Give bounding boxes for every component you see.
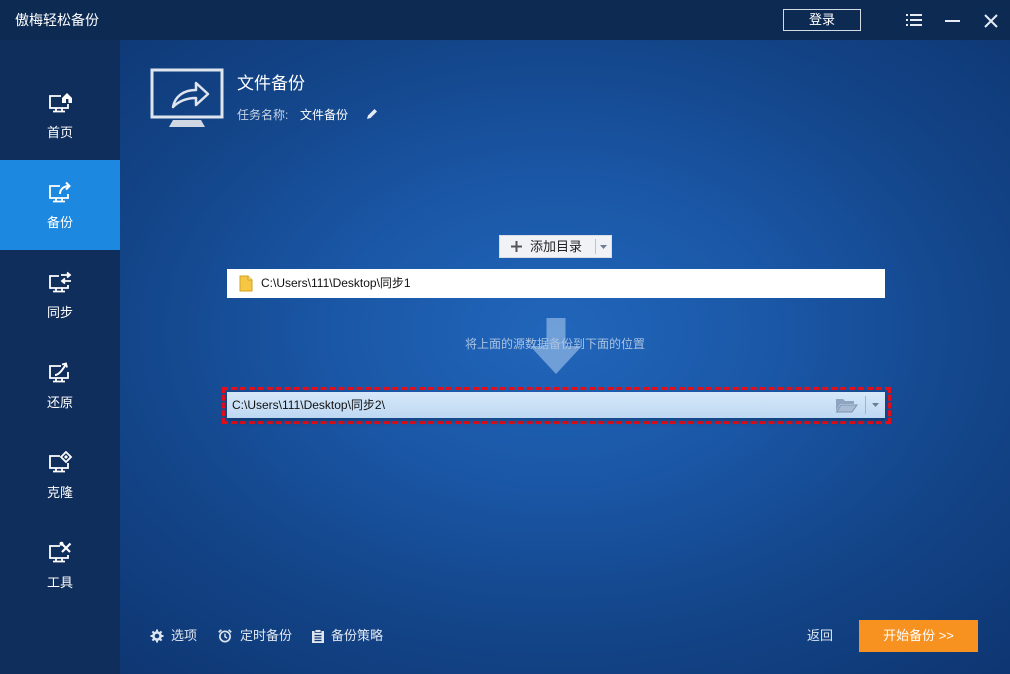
sidebar-item-tools[interactable]: 工具: [0, 520, 120, 610]
sidebar-item-backup[interactable]: 备份: [0, 160, 120, 250]
file-backup-monitor-icon: [150, 68, 224, 127]
sidebar-item-label: 工具: [46, 575, 73, 590]
add-directory-button-group: 添加目录: [499, 235, 612, 258]
source-path: C:\Users\111\Desktop\同步1: [261, 276, 411, 290]
sidebar-item-label: 首页: [46, 125, 73, 140]
back-button[interactable]: 返回: [807, 628, 833, 644]
backup-scheme-button[interactable]: 备份策略: [331, 628, 383, 644]
sync-icon: [49, 271, 72, 293]
gear-icon[interactable]: [150, 629, 164, 643]
minimize-icon[interactable]: [945, 13, 960, 28]
clock-icon[interactable]: [218, 629, 232, 643]
app-window: 傲梅轻松备份 登录 首页 备份 同步 还原 克隆 工具 文件备份 任务名称: 文…: [0, 0, 1010, 674]
add-directory-dropdown[interactable]: [596, 236, 611, 257]
clipboard-list-icon[interactable]: [311, 629, 325, 643]
clone-icon: [49, 451, 73, 473]
schedule-button[interactable]: 定时备份: [240, 628, 292, 644]
login-button[interactable]: 登录: [783, 9, 861, 31]
destination-dropdown[interactable]: [867, 392, 885, 418]
sidebar-item-home[interactable]: 首页: [0, 70, 120, 160]
add-directory-button[interactable]: 添加目录: [500, 236, 594, 257]
pencil-icon[interactable]: [366, 108, 378, 120]
add-directory-label: 添加目录: [530, 239, 583, 254]
task-name-label: 任务名称:: [237, 108, 289, 122]
sidebar-item-label: 同步: [46, 305, 73, 320]
start-backup-button[interactable]: 开始备份 >>: [859, 620, 978, 652]
title-bar: 傲梅轻松备份 登录: [0, 0, 1010, 40]
sidebar-item-label: 还原: [46, 395, 73, 410]
menu-icon[interactable]: [906, 13, 922, 27]
source-path-field[interactable]: C:\Users\111\Desktop\同步1: [227, 269, 885, 298]
home-icon: [49, 93, 72, 113]
backup-icon: [49, 181, 71, 203]
tools-icon: [49, 541, 72, 563]
destination-path-field[interactable]: C:\Users\111\Desktop\同步2\: [227, 392, 885, 418]
transfer-hint: 将上面的源数据备份到下面的位置: [464, 337, 645, 351]
folder-icon: [239, 275, 253, 292]
app-title: 傲梅轻松备份: [15, 12, 99, 28]
task-name-value: 文件备份: [300, 108, 349, 122]
plus-icon: [511, 241, 522, 252]
page-title: 文件备份: [237, 74, 305, 93]
folder-open-icon[interactable]: [835, 397, 858, 413]
close-icon[interactable]: [984, 14, 998, 28]
destination-path: C:\Users\111\Desktop\同步2\: [232, 398, 385, 412]
options-button[interactable]: 选项: [171, 628, 197, 644]
sidebar-item-label: 备份: [46, 215, 73, 230]
sidebar-item-label: 克隆: [46, 485, 73, 500]
sidebar-item-restore[interactable]: 还原: [0, 340, 120, 430]
chevron-down-icon: [600, 245, 607, 249]
sidebar: 首页 备份 同步 还原 克隆 工具: [0, 40, 120, 674]
restore-icon: [49, 362, 69, 383]
divider: [865, 396, 866, 414]
sidebar-item-sync[interactable]: 同步: [0, 250, 120, 340]
chevron-down-icon: [872, 403, 879, 407]
sidebar-item-clone[interactable]: 克隆: [0, 430, 120, 520]
